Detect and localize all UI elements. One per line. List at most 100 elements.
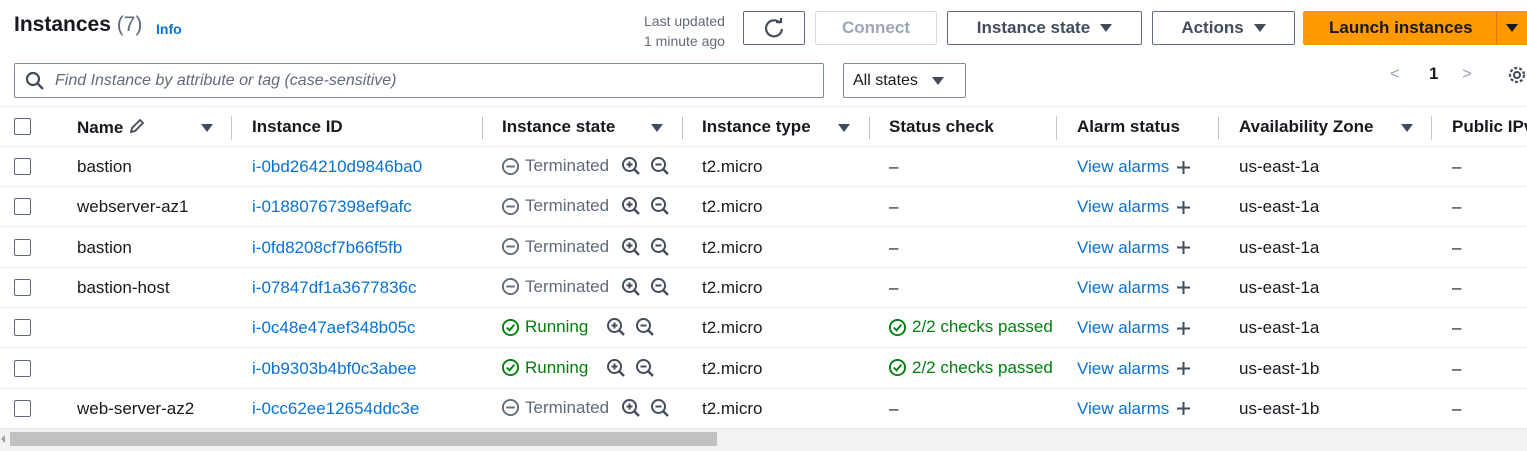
row-checkbox[interactable] [14,399,31,417]
plus-icon[interactable] [1176,240,1191,255]
zoom-in-icon[interactable] [621,237,641,257]
row-checkbox[interactable] [14,278,31,296]
view-alarms-link[interactable]: View alarms [1077,399,1169,419]
instance-id-link[interactable]: i-0fd8208cf7b66f5fb [252,238,402,258]
column-header-instance-state[interactable]: Instance state [502,117,615,137]
row-checkbox[interactable] [14,319,31,337]
table-row[interactable]: bastion i-0bd264210d9846ba0 Terminated t… [0,147,1527,187]
availability-zone: us-east-1a [1239,197,1320,217]
zoom-in-icon[interactable] [621,277,641,297]
column-divider[interactable] [1431,116,1432,140]
instance-id-link[interactable]: i-01880767398ef9afc [252,197,412,217]
settings-button[interactable] [1506,64,1527,91]
row-checkbox[interactable] [14,198,31,216]
column-header-alarm-status[interactable]: Alarm status [1077,117,1180,137]
launch-instances-button[interactable]: Launch instances [1303,11,1525,45]
view-alarms-link[interactable]: View alarms [1077,157,1169,177]
column-divider[interactable] [1056,116,1057,140]
zoom-in-icon[interactable] [621,196,641,216]
select-all-checkbox[interactable] [14,118,31,135]
plus-icon[interactable] [1176,200,1191,215]
column-header-instance-id[interactable]: Instance ID [252,117,343,137]
instance-state-dropdown[interactable]: Instance state [947,11,1142,45]
column-header-name[interactable]: Name [77,117,146,138]
refresh-button[interactable] [743,11,805,45]
zoom-in-icon[interactable] [606,317,626,337]
instance-id-link[interactable]: i-07847df1a3677836c [252,278,416,298]
sort-icon[interactable] [201,124,213,132]
zoom-out-icon[interactable] [650,196,670,216]
info-link[interactable]: Info [156,21,182,37]
launch-instances-dropdown[interactable] [1496,11,1527,45]
table-row[interactable]: i-0c48e47aef348b05c Running t2.micro 2/2… [0,308,1527,349]
column-header-public-ip[interactable]: Public IPv [1452,117,1527,137]
sort-icon[interactable] [651,124,663,132]
stopped-status-icon [501,157,520,175]
instance-id-link[interactable]: i-0c48e47aef348b05c [252,318,416,338]
sort-icon[interactable] [838,124,850,132]
availability-zone: us-east-1a [1239,318,1320,338]
row-checkbox[interactable] [14,158,31,175]
column-divider[interactable] [869,116,870,140]
state-filter-controls [621,398,670,418]
search-input[interactable]: Find Instance by attribute or tag (case-… [14,63,824,98]
plus-icon[interactable] [1176,321,1191,336]
view-alarms-link[interactable]: View alarms [1077,238,1169,258]
column-divider[interactable] [1218,116,1219,140]
zoom-out-icon[interactable] [650,277,670,297]
zoom-out-icon[interactable] [635,358,655,378]
plus-icon[interactable] [1176,361,1191,376]
public-ip: – [1452,197,1462,217]
instance-type: t2.micro [702,237,763,257]
table-row[interactable]: i-0b9303b4bf0c3abee Running t2.micro 2/2… [0,349,1527,389]
state-filter-controls [621,237,670,257]
table-row[interactable]: web-server-az2 i-0cc62ee12654ddc3e Termi… [0,389,1527,429]
status-check: – [889,237,899,257]
availability-zone: us-east-1a [1239,157,1320,176]
row-checkbox[interactable] [14,359,31,377]
view-alarms-link[interactable]: View alarms [1077,359,1169,379]
zoom-out-icon[interactable] [650,156,670,176]
view-alarms-link[interactable]: View alarms [1077,278,1169,298]
column-header-availability-zone[interactable]: Availability Zone [1239,117,1373,137]
actions-dropdown[interactable]: Actions [1152,11,1295,45]
column-divider[interactable] [231,116,232,140]
table-row[interactable]: bastion-host i-07847df1a3677836c Termina… [0,268,1527,308]
caret-down-icon [1253,24,1266,32]
connect-button[interactable]: Connect [815,11,937,45]
plus-icon[interactable] [1176,160,1191,175]
zoom-out-icon[interactable] [650,398,670,418]
view-alarms-link[interactable]: View alarms [1077,318,1169,338]
table-header: Name Instance ID Instance state Instance… [0,106,1527,147]
zoom-out-icon[interactable] [650,237,670,257]
column-header-status-check[interactable]: Status check [889,117,994,137]
next-page-button[interactable]: > [1462,64,1472,84]
instance-type: t2.micro [702,277,763,297]
instance-id-link[interactable]: i-0cc62ee12654ddc3e [252,399,419,419]
plus-icon[interactable] [1176,280,1191,295]
instance-id-link[interactable]: i-0b9303b4bf0c3abee [252,359,416,379]
previous-page-button[interactable]: < [1390,64,1400,84]
zoom-in-icon[interactable] [621,156,641,176]
column-header-instance-type[interactable]: Instance type [702,117,811,137]
instance-id-link[interactable]: i-0bd264210d9846ba0 [252,157,422,177]
scroll-left-arrow[interactable] [1,435,5,443]
row-checkbox[interactable] [14,238,31,256]
sort-icon[interactable] [1401,124,1413,132]
instance-type: t2.micro [702,318,763,338]
plus-icon[interactable] [1176,401,1191,416]
state-filter-select[interactable]: All states [843,63,966,98]
table-row[interactable]: webserver-az1 i-01880767398ef9afc Termin… [0,187,1527,228]
page-number[interactable]: 1 [1429,64,1438,84]
table-row[interactable]: bastion i-0fd8208cf7b66f5fb Terminated t… [0,228,1527,268]
instance-type: t2.micro [702,358,763,378]
scrollbar-thumb[interactable] [10,432,717,446]
caret-down-icon [1100,24,1113,32]
zoom-in-icon[interactable] [606,358,626,378]
zoom-out-icon[interactable] [635,317,655,337]
column-divider[interactable] [682,116,683,140]
view-alarms-link[interactable]: View alarms [1077,197,1169,217]
column-divider[interactable] [482,116,483,140]
instance-count: (7) [116,13,143,36]
zoom-in-icon[interactable] [621,398,641,418]
